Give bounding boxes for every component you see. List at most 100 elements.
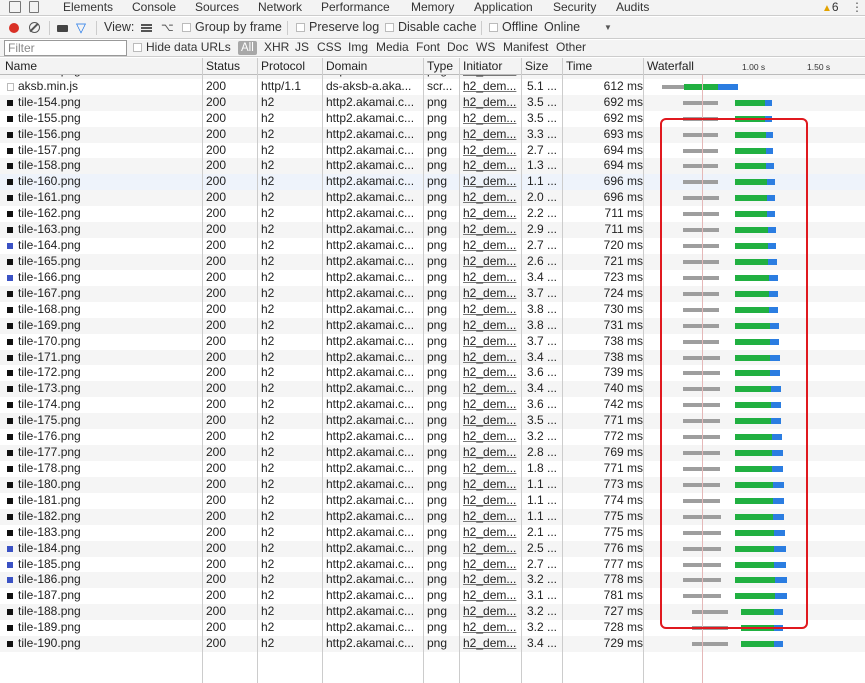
- overview-icon[interactable]: ⌥: [161, 22, 174, 34]
- request-name[interactable]: tile-173.png: [18, 381, 202, 397]
- request-name[interactable]: tile-169.png: [18, 318, 202, 334]
- request-row[interactable]: tile-175.png 200 h2 http2.akamai.c... png h2_…: [0, 413, 865, 430]
- initiator-link[interactable]: h2_dem...: [463, 206, 521, 222]
- request-name[interactable]: tile-177.png: [18, 445, 202, 461]
- initiator-link[interactable]: h2_dem...: [463, 286, 521, 302]
- initiator-link[interactable]: h2_dem...: [463, 318, 521, 334]
- initiator-link[interactable]: h2_dem...: [463, 381, 521, 397]
- checkbox-icon[interactable]: [182, 23, 191, 32]
- tab-application[interactable]: Application: [474, 0, 533, 16]
- tab-performance[interactable]: Performance: [321, 0, 390, 16]
- filter-type-img[interactable]: Img: [348, 40, 368, 57]
- initiator-link[interactable]: h2_dem...: [463, 525, 521, 541]
- offline-checkbox[interactable]: Offline: [489, 17, 538, 39]
- initiator-link[interactable]: h2_dem...: [463, 461, 521, 477]
- request-row[interactable]: tile-170.png 200 h2 http2.akamai.c... png h2_…: [0, 334, 865, 350]
- initiator-link[interactable]: h2_dem...: [463, 127, 521, 143]
- initiator-link[interactable]: h2_dem...: [463, 350, 521, 366]
- request-row[interactable]: tile-161.png 200 h2 http2.akamai.c... png h2_…: [0, 190, 865, 207]
- hide-data-urls-checkbox[interactable]: Hide data URLs: [133, 40, 231, 57]
- initiator-link[interactable]: h2_dem...: [463, 413, 521, 429]
- request-row[interactable]: tile-164.png 200 h2 http2.akamai.c... png h2_…: [0, 238, 865, 254]
- tab-security[interactable]: Security: [553, 0, 596, 16]
- initiator-link[interactable]: h2_dem...: [463, 270, 521, 286]
- request-name[interactable]: tile-160.png: [18, 174, 202, 190]
- filter-type-css[interactable]: CSS: [317, 40, 342, 57]
- checkbox-icon[interactable]: [133, 43, 142, 52]
- column-header-domain[interactable]: Domain: [323, 58, 367, 75]
- device-toolbar-icon[interactable]: [29, 1, 39, 13]
- request-row[interactable]: tile-188.png 200 h2 http2.akamai.c... png h2_…: [0, 604, 865, 621]
- request-row[interactable]: tile-174.png 200 h2 http2.akamai.c... png h2_…: [0, 397, 865, 413]
- chevron-down-icon[interactable]: ▼: [604, 17, 612, 39]
- throttling-select[interactable]: Online: [544, 17, 580, 39]
- more-options-icon[interactable]: ⋮: [851, 0, 863, 16]
- column-header-type[interactable]: Type: [424, 58, 453, 75]
- request-name[interactable]: tile-166.png: [18, 270, 202, 286]
- column-header-status[interactable]: Status: [203, 58, 240, 75]
- tab-elements[interactable]: Elements: [63, 0, 113, 16]
- checkbox-icon[interactable]: [296, 23, 305, 32]
- request-name[interactable]: tile-187.png: [18, 588, 202, 604]
- initiator-link[interactable]: h2_dem...: [463, 604, 521, 620]
- request-name[interactable]: tile-190.png: [18, 636, 202, 652]
- request-row[interactable]: tile-165.png 200 h2 http2.akamai.c... png h2_…: [0, 253, 865, 270]
- initiator-link[interactable]: h2_dem...: [463, 95, 521, 111]
- request-name[interactable]: tile-175.png: [18, 413, 202, 429]
- initiator-link[interactable]: h2_dem...: [463, 477, 521, 493]
- request-name[interactable]: tile-172.png: [18, 365, 202, 381]
- request-name[interactable]: tile-182.png: [18, 509, 202, 525]
- request-name[interactable]: tile-156.png: [18, 127, 202, 143]
- checkbox-icon[interactable]: [385, 23, 394, 32]
- request-name[interactable]: tile-162.png: [18, 206, 202, 222]
- initiator-link[interactable]: h2_dem...: [463, 111, 521, 127]
- request-row[interactable]: tile-180.png 200 h2 http2.akamai.c... png h2_…: [0, 476, 865, 493]
- request-name[interactable]: tile-176.png: [18, 429, 202, 445]
- request-row[interactable]: tile-171.png 200 h2 http2.akamai.c... png h2_…: [0, 349, 865, 366]
- initiator-link[interactable]: h2_dem...: [463, 254, 521, 270]
- request-row[interactable]: tile-163.png 200 h2 http2.akamai.c... png h2_…: [0, 222, 865, 239]
- request-name[interactable]: tile-189.png: [18, 620, 202, 636]
- request-row[interactable]: tile-185.png 200 h2 http2.akamai.c... png h2_…: [0, 557, 865, 573]
- initiator-link[interactable]: h2_dem...: [463, 365, 521, 381]
- request-row[interactable]: tile-176.png 200 h2 http2.akamai.c... png h2_…: [0, 429, 865, 445]
- request-name[interactable]: tile-178.png: [18, 461, 202, 477]
- request-row[interactable]: tile-168.png 200 h2 http2.akamai.c... png h2_…: [0, 302, 865, 318]
- initiator-link[interactable]: h2_dem...: [463, 429, 521, 445]
- request-name[interactable]: tile-158.png: [18, 158, 202, 174]
- initiator-link[interactable]: h2_dem...: [463, 636, 521, 652]
- initiator-link[interactable]: h2_dem...: [463, 541, 521, 557]
- column-header-time[interactable]: Time: [563, 58, 592, 75]
- request-name[interactable]: tile-188.png: [18, 604, 202, 620]
- request-row[interactable]: tile-178.png 200 h2 http2.akamai.c... png h2_…: [0, 461, 865, 477]
- column-header-waterfall[interactable]: Waterfall: [644, 58, 694, 75]
- initiator-link[interactable]: h2_dem...: [463, 445, 521, 461]
- request-name[interactable]: tile-154.png: [18, 95, 202, 111]
- request-row[interactable]: tile-181.png 200 h2 http2.akamai.c... png h2_…: [0, 493, 865, 509]
- filter-type-font[interactable]: Font: [416, 40, 440, 57]
- clear-icon[interactable]: [29, 22, 40, 33]
- request-name[interactable]: tile-170.png: [18, 334, 202, 350]
- request-row[interactable]: tile-182.png 200 h2 http2.akamai.c... png h2_…: [0, 508, 865, 525]
- initiator-link[interactable]: h2_dem...: [463, 620, 521, 636]
- filter-type-doc[interactable]: Doc: [447, 40, 468, 57]
- disable-cache-checkbox[interactable]: Disable cache: [385, 17, 477, 39]
- warnings-indicator[interactable]: ▲6: [822, 0, 839, 16]
- request-name[interactable]: tile-163.png: [18, 222, 202, 238]
- request-row[interactable]: tile-156.png 200 h2 http2.akamai.c... png h2_…: [0, 126, 865, 143]
- filter-type-manifest[interactable]: Manifest: [503, 40, 548, 57]
- initiator-link[interactable]: h2_dem...: [463, 79, 521, 95]
- request-name[interactable]: tile-155.png: [18, 111, 202, 127]
- request-name[interactable]: tile-180.png: [18, 477, 202, 493]
- record-icon[interactable]: [9, 23, 19, 33]
- filter-type-xhr[interactable]: XHR: [264, 40, 289, 57]
- column-header-initiator[interactable]: Initiator: [460, 58, 502, 75]
- request-name[interactable]: tile-174.png: [18, 397, 202, 413]
- request-name[interactable]: tile-181.png: [18, 493, 202, 509]
- request-row[interactable]: tile-190.png 200 h2 http2.akamai.c... png h2_…: [0, 636, 865, 653]
- filter-type-all[interactable]: All: [238, 41, 257, 55]
- capture-screenshots-icon[interactable]: [57, 25, 68, 32]
- request-name[interactable]: tile-171.png: [18, 350, 202, 366]
- filter-type-other[interactable]: Other: [556, 40, 586, 57]
- initiator-link[interactable]: h2_dem...: [463, 143, 521, 159]
